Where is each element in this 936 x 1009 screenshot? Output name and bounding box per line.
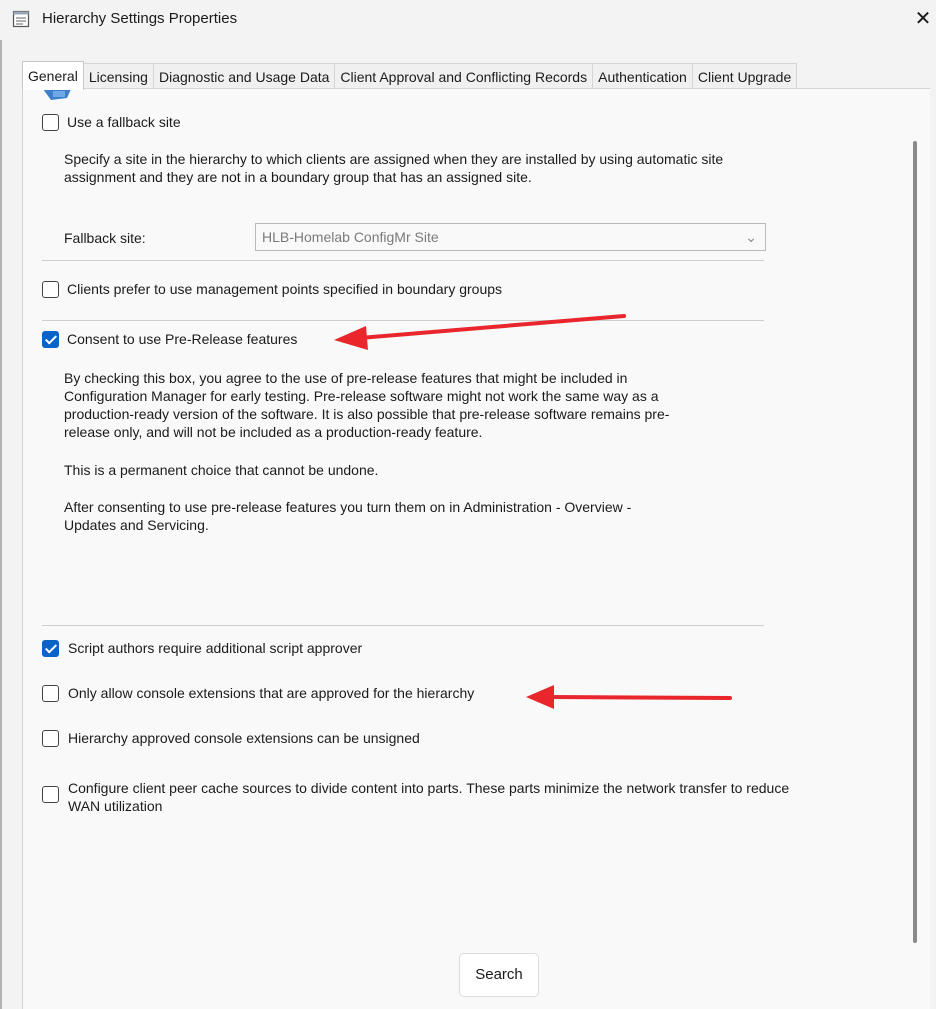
general-panel: Use a fallback site Specify a site in th… bbox=[22, 88, 930, 1009]
prefer-management-points-checkbox[interactable] bbox=[42, 281, 59, 298]
tab-licensing[interactable]: Licensing bbox=[83, 63, 154, 89]
unsigned-extensions-label: Hierarchy approved console extensions ca… bbox=[68, 730, 420, 746]
vertical-scrollbar[interactable] bbox=[913, 141, 917, 943]
search-button[interactable]: Search bbox=[459, 953, 539, 997]
close-button[interactable]: ✕ bbox=[910, 4, 936, 34]
tab-diagnostic-usage-data[interactable]: Diagnostic and Usage Data bbox=[153, 63, 336, 89]
window-left-edge bbox=[0, 0, 2, 1009]
site-icon bbox=[43, 89, 71, 100]
prerelease-description: By checking this box, you agree to the u… bbox=[64, 370, 670, 440]
tab-general[interactable]: General bbox=[22, 61, 84, 90]
fallback-site-description: Specify a site in the hierarchy to which… bbox=[64, 151, 724, 185]
prefer-management-points-label: Clients prefer to use management points … bbox=[67, 281, 503, 297]
script-approver-label: Script authors require additional script… bbox=[68, 640, 363, 656]
tab-strip: General Licensing Diagnostic and Usage D… bbox=[22, 61, 798, 90]
script-approver-checkbox[interactable] bbox=[42, 640, 59, 657]
approved-console-extensions-label: Only allow console extensions that are a… bbox=[68, 685, 475, 701]
divider bbox=[42, 260, 764, 261]
unsigned-extensions-checkbox[interactable] bbox=[42, 730, 59, 747]
dialog-icon bbox=[12, 10, 30, 28]
fallback-site-checkbox[interactable] bbox=[42, 114, 59, 131]
approved-console-extensions-checkbox[interactable] bbox=[42, 685, 59, 702]
window-title: Hierarchy Settings Properties bbox=[42, 10, 238, 27]
tab-client-approval[interactable]: Client Approval and Conflicting Records bbox=[335, 63, 594, 89]
tab-authentication[interactable]: Authentication bbox=[593, 63, 693, 89]
title-bar: Hierarchy Settings Properties ✕ bbox=[0, 0, 936, 40]
chevron-down-icon: ⌄ bbox=[745, 229, 757, 245]
fallback-site-value: HLB-Homelab ConfigMr Site bbox=[262, 229, 439, 245]
red-arrow-annotation bbox=[334, 314, 626, 350]
close-icon: ✕ bbox=[914, 8, 932, 30]
fallback-site-label: Use a fallback site bbox=[67, 114, 181, 130]
red-arrow-annotation bbox=[526, 685, 732, 709]
fallback-site-select[interactable]: HLB-Homelab ConfigMr Site ⌄ bbox=[255, 223, 766, 251]
prerelease-after-note: After consenting to use pre-release feat… bbox=[64, 499, 632, 533]
prerelease-permanent-note: This is a permanent choice that cannot b… bbox=[64, 462, 379, 478]
tab-client-upgrade[interactable]: Client Upgrade bbox=[692, 63, 798, 89]
divider bbox=[42, 625, 764, 626]
peer-cache-checkbox[interactable] bbox=[42, 786, 59, 803]
peer-cache-label: Configure client peer cache sources to d… bbox=[68, 780, 790, 814]
prerelease-consent-checkbox[interactable] bbox=[42, 331, 59, 348]
prerelease-consent-label: Consent to use Pre-Release features bbox=[67, 331, 298, 347]
fallback-site-field-label: Fallback site: bbox=[64, 230, 146, 246]
